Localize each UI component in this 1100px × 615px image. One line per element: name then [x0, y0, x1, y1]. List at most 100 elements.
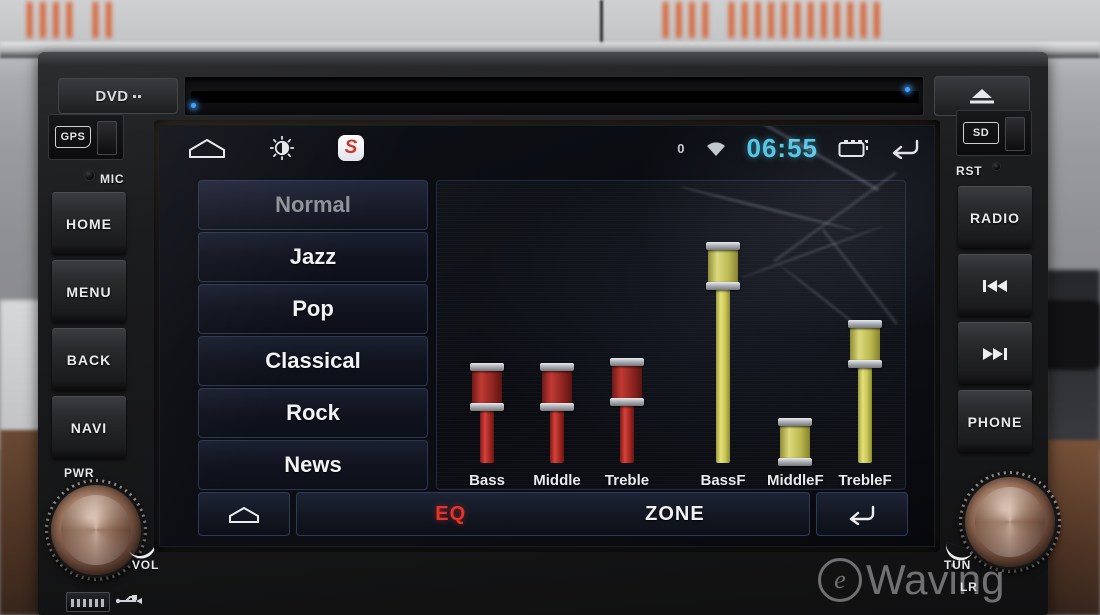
eq-slider-handle-bass[interactable] — [472, 366, 502, 408]
menu-hard-button[interactable]: MENU — [52, 260, 126, 322]
eq-slider-treblef[interactable]: TrebleF — [837, 320, 893, 489]
next-track-hard-button[interactable] — [958, 322, 1032, 384]
eq-slider-handle-cap-top-bassf — [706, 242, 740, 250]
recents-icon[interactable] — [838, 137, 870, 159]
disc-slit — [191, 91, 919, 103]
eq-slider-handle-treble[interactable] — [612, 361, 642, 403]
nav-eq-zone-button[interactable]: EQ ZONE — [296, 492, 810, 536]
notification-count: 0 — [677, 140, 685, 156]
eq-preset-rock[interactable]: Rock — [198, 388, 428, 438]
chassis-top-lip — [38, 52, 1048, 66]
nav-eq-label[interactable]: EQ — [435, 503, 466, 526]
vol-label: VOL — [132, 558, 160, 572]
eq-slider-handle-cap-top-middle — [540, 363, 574, 371]
eq-slider-track-bass — [480, 408, 494, 463]
sd-card-slot[interactable]: SD — [956, 110, 1032, 156]
gps-slot-chip — [97, 121, 117, 155]
eq-slider-label-treblef: TrebleF — [838, 472, 892, 489]
eq-preset-classical[interactable]: Classical — [198, 336, 428, 386]
eq-slider-track-middle — [550, 408, 564, 463]
eq-slider-handle-cap-bottom-middle — [540, 403, 574, 411]
eq-slider-track-treblef — [858, 365, 872, 463]
navi-hard-button[interactable]: NAVI — [52, 396, 126, 458]
home-hard-button[interactable]: HOME — [52, 192, 126, 254]
nav-back-button[interactable] — [816, 492, 908, 536]
eq-preset-normal[interactable]: Normal — [198, 180, 428, 230]
eq-slider-handle-middle[interactable] — [542, 366, 572, 408]
eq-slider-handle-cap-top-bass — [470, 363, 504, 371]
rst-label: RST — [956, 164, 983, 178]
touchscreen[interactable]: S 0 06:55 Normal Jazz Pop Classical Rock… — [159, 125, 935, 547]
eq-slider-bassf[interactable]: BassF — [695, 242, 751, 489]
gps-card-slot[interactable]: GPS — [48, 114, 124, 160]
mic-label: MIC — [100, 172, 125, 186]
app-shortcut-icon[interactable]: S — [338, 135, 364, 161]
eq-slider-handle-cap-bottom-treble — [610, 398, 644, 406]
eq-slider-track-bassf — [716, 287, 730, 463]
disc-slot[interactable] — [184, 76, 924, 116]
eq-slider-label-bass: Bass — [469, 472, 505, 489]
eq-slider-handle-cap-top-treblef — [848, 320, 882, 328]
eq-slider-label-bassf: BassF — [700, 472, 746, 489]
left-control-rail: GPS MIC HOME MENU BACK NAVI PWR VOL — [45, 114, 160, 612]
disc-slot-row: DVD — [58, 72, 1033, 117]
led-indicator-right — [905, 87, 910, 92]
eq-slider-handle-cap-bottom-treblef — [848, 360, 882, 368]
eject-icon — [970, 89, 994, 104]
home-icon[interactable] — [188, 137, 226, 159]
eq-slider-handle-bassf[interactable] — [708, 245, 738, 287]
right-control-rail: SD RST RADIO PHONE TUN LR — [942, 110, 1061, 594]
eq-slider-handle-cap-bottom-bassf — [706, 282, 740, 290]
dvd-button[interactable]: DVD — [58, 78, 178, 114]
eq-preset-list: Normal Jazz Pop Classical Rock News — [198, 180, 428, 490]
equalizer-sliders[interactable]: Bass Middle Treble BassF MiddleF TrebleF — [437, 181, 907, 491]
gps-label: GPS — [55, 126, 91, 148]
home-icon — [229, 506, 259, 523]
tun-label: TUN — [944, 558, 972, 572]
dvd-dots-icon — [132, 94, 141, 98]
pwr-label: PWR — [64, 466, 95, 480]
dvd-label: DVD — [95, 87, 129, 105]
eq-slider-handle-treblef[interactable] — [850, 323, 880, 365]
next-track-icon — [983, 347, 1007, 360]
eq-slider-label-middle: Middle — [533, 472, 581, 489]
eq-slider-handle-middlef[interactable] — [780, 421, 810, 463]
nav-home-button[interactable] — [198, 492, 290, 536]
back-arrow-icon[interactable] — [890, 137, 920, 159]
eq-preset-pop[interactable]: Pop — [198, 284, 428, 334]
head-unit-chassis: DVD GPS MIC HOME MENU BACK NAVI PWR VOL … — [38, 52, 1061, 615]
eq-preset-jazz[interactable]: Jazz — [198, 232, 428, 282]
status-bar: S 0 06:55 — [160, 126, 934, 170]
eq-slider-middlef[interactable]: MiddleF — [767, 418, 824, 489]
eq-slider-handle-cap-top-middlef — [778, 418, 812, 426]
eq-slider-bass[interactable]: Bass — [459, 363, 515, 489]
eq-slider-middle[interactable]: Middle — [529, 363, 585, 489]
status-clock: 06:55 — [746, 132, 818, 163]
background-seam — [600, 0, 603, 48]
eq-slider-handle-cap-bottom-bass — [470, 403, 504, 411]
screen-bezel: S 0 06:55 Normal Jazz Pop Classical Rock… — [154, 120, 940, 552]
radio-hard-button[interactable]: RADIO — [958, 186, 1032, 248]
tuning-knob[interactable] — [959, 471, 1072, 584]
prev-track-icon — [983, 279, 1007, 292]
prev-track-hard-button[interactable] — [958, 254, 1032, 316]
tuning-knob-body — [962, 474, 1058, 570]
bottom-nav-bar: EQ ZONE — [198, 492, 908, 536]
phone-hard-button[interactable]: PHONE — [958, 390, 1032, 452]
sd-label: SD — [963, 122, 999, 144]
usb-port-icon — [116, 595, 142, 604]
equalizer-panel: Bass Middle Treble BassF MiddleF TrebleF — [436, 180, 906, 490]
volume-knob[interactable] — [45, 479, 158, 592]
eq-slider-handle-cap-bottom-middlef — [778, 458, 812, 466]
nav-zone-label[interactable]: ZONE — [645, 503, 705, 526]
eq-slider-track-treble — [620, 403, 634, 463]
usb-port[interactable] — [66, 592, 110, 612]
back-hard-button[interactable]: BACK — [52, 328, 126, 390]
app-shortcut-letter: S — [344, 137, 358, 158]
eq-slider-label-treble: Treble — [604, 472, 650, 489]
brightness-icon[interactable] — [270, 136, 294, 160]
eq-preset-news[interactable]: News — [198, 440, 428, 490]
eq-slider-treble[interactable]: Treble — [599, 358, 655, 489]
reset-hole[interactable] — [992, 162, 1001, 171]
background-orange-text-left: |||| || — [24, 0, 117, 38]
